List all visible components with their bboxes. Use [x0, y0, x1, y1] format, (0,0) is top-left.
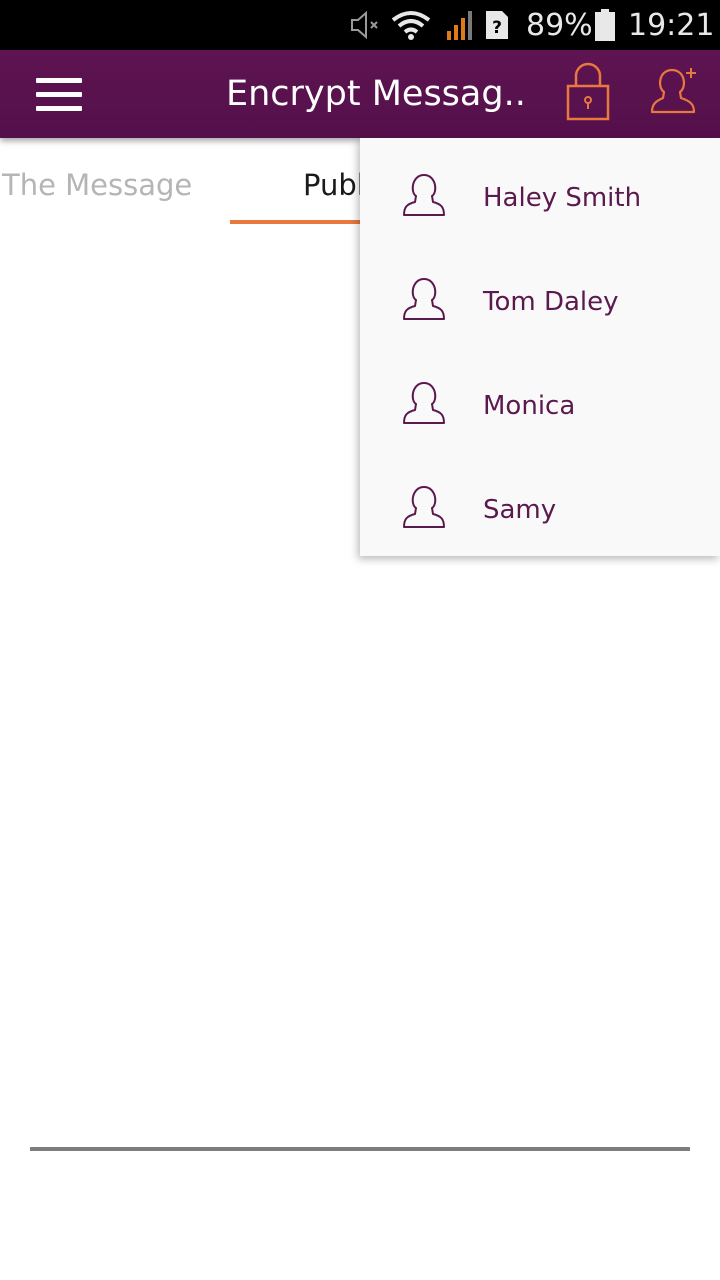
add-contact-button[interactable] [650, 62, 702, 122]
person-icon [403, 382, 445, 424]
svg-text:?: ? [492, 18, 502, 38]
battery-icon [594, 0, 616, 50]
contact-item-haley-smith[interactable]: Haley Smith [360, 142, 720, 246]
sim-unknown-icon: ? [484, 0, 510, 50]
menu-icon-bar [36, 92, 82, 97]
battery-percent: 89% [526, 7, 593, 43]
status-bar: ? 89% 19:21 [0, 0, 720, 50]
add-user-icon [650, 68, 696, 114]
app-bar: Encrypt Messag.. [0, 50, 720, 138]
contact-name: Monica [483, 391, 576, 421]
tab-public-key[interactable]: Publ [303, 168, 365, 202]
mute-icon [348, 0, 382, 50]
tab-the-message[interactable]: The Message [2, 168, 192, 202]
menu-icon [36, 78, 82, 83]
contacts-dropdown: Haley Smith Tom Daley Monica Samy [360, 138, 720, 556]
encrypt-lock-button[interactable] [562, 58, 614, 124]
contact-item-samy[interactable]: Samy [360, 454, 720, 558]
person-icon [403, 278, 445, 320]
contact-name: Samy [483, 495, 557, 525]
contact-name: Tom Daley [483, 287, 619, 317]
contact-name: Haley Smith [483, 183, 642, 213]
clock: 19:21 [628, 7, 715, 43]
wifi-icon [390, 0, 432, 50]
person-icon [403, 486, 445, 528]
signal-icon [446, 0, 474, 50]
page-title: Encrypt Messag.. [226, 74, 526, 114]
person-icon [403, 174, 445, 216]
menu-icon-bar [36, 106, 82, 111]
menu-button[interactable] [36, 78, 82, 112]
contact-item-monica[interactable]: Monica [360, 350, 720, 454]
contact-item-tom-daley[interactable]: Tom Daley [360, 246, 720, 350]
lock-icon [566, 62, 610, 121]
input-underline [30, 1147, 690, 1151]
